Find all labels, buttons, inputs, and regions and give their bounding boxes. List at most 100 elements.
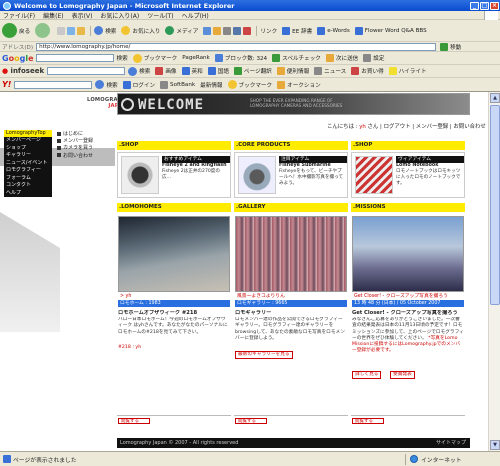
lomohome-link[interactable]: #218 : yh — [118, 345, 141, 351]
popup-blocker[interactable]: ブロック数: 324 — [214, 54, 267, 62]
yahoo-search-button[interactable]: 検索 — [95, 80, 118, 89]
subnav-item[interactable]: はじめに — [57, 130, 112, 137]
refresh-icon[interactable] — [67, 26, 76, 35]
google-search-button[interactable]: 検索 — [117, 54, 128, 62]
infoseek-translate-button[interactable]: ページ翻訳 — [233, 67, 272, 75]
mission-result-link[interactable]: 受賞発表 — [390, 371, 415, 379]
browse-button[interactable]: 閲覧する — [352, 418, 384, 424]
go-button[interactable]: 移動 — [440, 42, 461, 51]
menu-file[interactable]: ファイル(F) — [3, 11, 35, 20]
bullet-icon — [57, 131, 61, 136]
browse-button[interactable]: 閲覧する — [235, 418, 267, 424]
yahoo-bookmark-button[interactable]: ブックマーク — [227, 80, 272, 89]
google-search-input[interactable] — [35, 54, 114, 62]
contact-link[interactable]: お問い合わせ — [453, 124, 485, 130]
gallery-more: 閲覧する — [234, 415, 348, 424]
minimize-button[interactable]: _ — [470, 1, 479, 10]
featured-desc: Fisheye 2は正井の270度の広... — [162, 169, 220, 180]
gallery-link[interactable]: 最新のギャラリーを見る — [235, 351, 293, 359]
link-flower[interactable]: Flower Word Q&A BBS — [354, 26, 427, 35]
address-input[interactable]: http://www.lomography.jp/home/ — [36, 42, 437, 51]
yahoo-search-input[interactable] — [14, 80, 93, 89]
nav-item-lomography[interactable]: ロモグラフィー — [4, 167, 52, 175]
infoseek-kokugo-button[interactable]: 国語 — [207, 67, 229, 75]
forward-button[interactable] — [35, 23, 52, 38]
logout-link[interactable]: ログアウト — [384, 124, 411, 130]
google-settings-button[interactable]: 設定 — [363, 54, 384, 62]
stop-icon[interactable] — [57, 26, 66, 35]
window-titlebar: Welcome to Lomography Japan - Microsoft … — [0, 0, 500, 11]
banner-tagline: SHOP THE EVER EXPANDING RANGE OF LOMOGRA… — [250, 98, 343, 108]
nav-item-help[interactable]: ヘルプ — [4, 189, 52, 198]
edit-icon[interactable] — [233, 26, 242, 35]
nav-item-forum[interactable]: フォーラム — [4, 174, 52, 183]
infoseek-search-button[interactable]: 検索 — [128, 66, 150, 76]
nav-item-shop[interactable]: ショップ — [4, 144, 52, 153]
history-icon[interactable] — [203, 26, 212, 35]
infoseek-shopping-button[interactable]: お買い得 — [351, 67, 384, 75]
favorites-button[interactable]: お気に入り — [121, 26, 160, 35]
search-button[interactable]: 検索 — [94, 26, 116, 35]
media-button[interactable]: メディア — [165, 26, 198, 35]
scroll-up-button[interactable]: ▲ — [490, 93, 500, 103]
nav-item-top[interactable]: LomographyTop — [4, 130, 52, 138]
featured-card[interactable]: ヴィアアイテム Lomo Notebook ロモノートブックはロモキッツに入った… — [351, 152, 465, 198]
menu-view[interactable]: 表示(V) — [72, 11, 93, 20]
infoseek-highlight-button[interactable]: ハイライト — [388, 67, 427, 75]
maximize-button[interactable]: □ — [480, 1, 489, 10]
subnav-item[interactable]: カメラを買う — [57, 144, 112, 151]
lomohome-photo[interactable] — [118, 216, 230, 292]
member-link[interactable]: メンバー登録 — [416, 124, 448, 130]
nav-item-member[interactable]: メンバーページ — [4, 137, 52, 145]
globe-icon — [410, 455, 418, 463]
gallery-photo[interactable] — [235, 216, 347, 292]
star-icon — [227, 80, 237, 89]
subnav-item[interactable]: メンバー登録 — [57, 137, 112, 144]
scroll-thumb[interactable] — [490, 105, 500, 305]
send-icon — [325, 54, 334, 62]
mission-photo[interactable] — [352, 216, 464, 292]
back-button[interactable]: 戻る — [2, 23, 30, 38]
google-bookmark-button[interactable]: ブックマーク — [132, 53, 177, 63]
menu-favorites[interactable]: お気に入り(A) — [100, 11, 139, 20]
yahoo-softbank-button[interactable]: SoftBank — [160, 80, 195, 89]
spellcheck-button[interactable]: スペルチェック — [272, 54, 321, 62]
link-ewords[interactable]: e-Words — [317, 26, 350, 35]
notebook-image[interactable] — [355, 156, 393, 194]
infoseek-news-button[interactable]: ニュース — [314, 67, 346, 75]
close-button[interactable]: × — [490, 1, 499, 10]
mission-detail-link[interactable]: 詳しく見る — [352, 371, 382, 379]
infoseek-search-input[interactable] — [47, 67, 126, 75]
subnav-item[interactable]: お問い合わせ — [57, 152, 112, 159]
menu-edit[interactable]: 編集(E) — [43, 11, 63, 20]
vertical-scrollbar[interactable]: ▲ ▼ — [488, 92, 500, 451]
featured-card[interactable]: 注目アイテム Fisheye Submarine Fisheyeをもって、ビーチ… — [234, 152, 348, 198]
featured-card[interactable]: おすすめアイテム Fisheye 2 and Ringflash Fisheye… — [117, 152, 231, 198]
photo-author[interactable]: > yh — [118, 293, 230, 300]
mail-icon[interactable] — [213, 26, 222, 35]
scroll-down-button[interactable]: ▼ — [490, 440, 500, 450]
menu-help[interactable]: ヘルプ(H) — [182, 11, 209, 20]
yahoo-auction-button[interactable]: オークション — [277, 80, 321, 89]
nav-item-news[interactable]: ニュース/イベント — [4, 159, 52, 168]
browse-button[interactable]: 閲覧する — [118, 418, 150, 424]
nav-item-gallery[interactable]: ギャラリー — [4, 152, 52, 160]
infoseek-image-button[interactable]: 画像 — [155, 67, 177, 75]
send-to-button[interactable]: 次に送信 — [325, 54, 358, 62]
infoseek-eiwa-button[interactable]: 英和 — [181, 67, 203, 75]
sitemap-link[interactable]: サイトマップ — [436, 438, 466, 448]
username[interactable]: yh — [359, 124, 366, 130]
home-icon[interactable] — [77, 26, 86, 35]
photo-author[interactable]: Get Closer! - クローズアップ写真を撮ろう — [352, 293, 464, 300]
messenger-icon[interactable] — [243, 26, 252, 35]
yahoo-newinfo-button[interactable]: 最新情報 — [200, 81, 222, 89]
submarine-case-image[interactable] — [238, 156, 276, 194]
yahoo-login-button[interactable]: ログイン — [122, 80, 155, 89]
link-dictionary[interactable]: EE 辞書 — [282, 26, 312, 35]
menu-tools[interactable]: ツール(T) — [147, 11, 173, 20]
print-icon[interactable] — [223, 26, 232, 35]
infoseek-info-button[interactable]: 便利情報 — [276, 67, 309, 75]
fisheye-camera-image[interactable] — [121, 156, 159, 194]
photo-author[interactable]: 風景一よきコよりりん — [235, 293, 347, 300]
nav-item-contact[interactable]: コンタクト — [4, 182, 52, 190]
